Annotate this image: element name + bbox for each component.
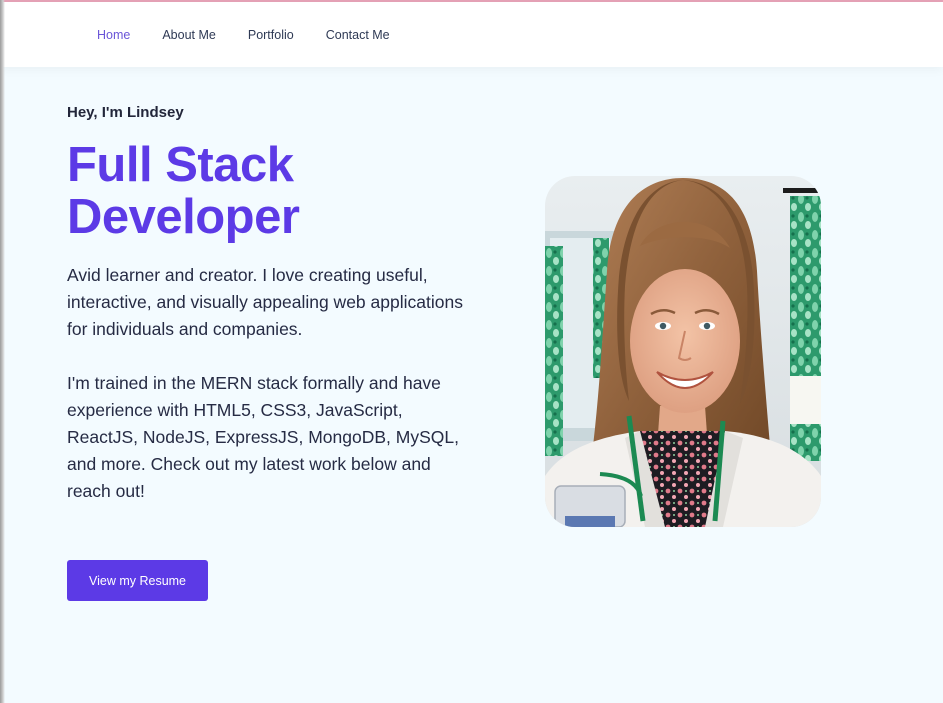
profile-photo xyxy=(545,176,821,527)
view-resume-button[interactable]: View my Resume xyxy=(67,560,208,601)
hero-title-line-1: Full Stack xyxy=(67,138,294,192)
navbar: Home About Me Portfolio Contact Me xyxy=(0,2,943,67)
hero-section: Hey, I'm Lindsey Full Stack Developer Av… xyxy=(67,104,467,505)
window-edge-shadow xyxy=(0,0,5,703)
profile-photo-image xyxy=(545,176,821,527)
hero-title-line-2: Developer xyxy=(67,190,300,244)
nav-link-about-me[interactable]: About Me xyxy=(162,28,216,42)
hero-skills-paragraph: I'm trained in the MERN stack formally a… xyxy=(67,373,459,501)
hero-intro-paragraph: Avid learner and creator. I love creatin… xyxy=(67,265,463,339)
nav-link-portfolio[interactable]: Portfolio xyxy=(248,28,294,42)
nav-link-home[interactable]: Home xyxy=(97,28,130,42)
hero-title: Full Stack Developer xyxy=(67,139,467,243)
hero-greeting: Hey, I'm Lindsey xyxy=(67,104,184,121)
nav-link-contact-me[interactable]: Contact Me xyxy=(326,28,390,42)
